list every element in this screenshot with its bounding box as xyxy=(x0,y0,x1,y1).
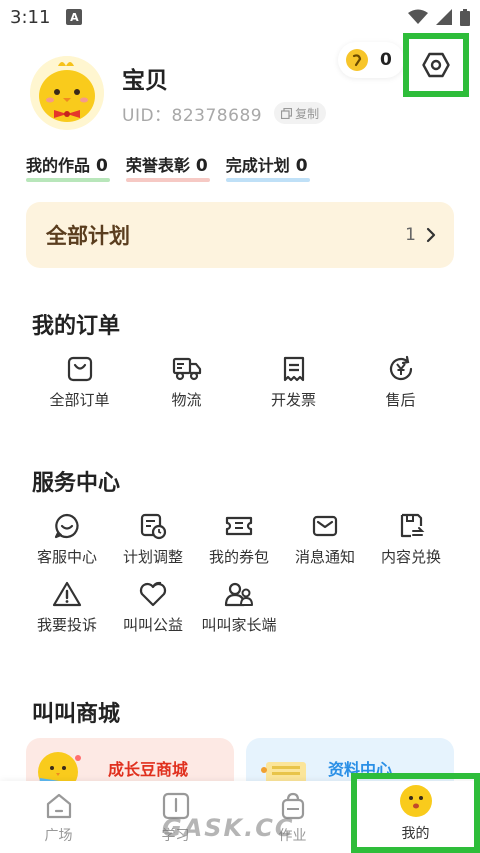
coin-count: 0 xyxy=(380,50,392,70)
service-plan-adjust[interactable]: 计划调整 xyxy=(110,512,196,567)
service-customer[interactable]: 客服中心 xyxy=(24,512,110,567)
settings-hex-icon xyxy=(422,52,450,78)
ticket-icon xyxy=(225,516,253,536)
profile-header: 宝贝 UID：82378689 复制 xyxy=(30,56,327,130)
services-row-1: 客服中心 计划调整 我的券包 消息通知 内容兑换 xyxy=(24,512,454,567)
orders-row: 全部订单 物流 开发票 售后 xyxy=(26,355,454,410)
stat-completed-plans[interactable]: 完成计划 0 xyxy=(225,152,310,182)
service-label: 计划调整 xyxy=(122,548,183,566)
stat-label: 荣誉表彰 xyxy=(125,156,190,175)
service-label: 叫叫公益 xyxy=(122,616,183,634)
tab-label: 我的 xyxy=(401,826,430,842)
bag-icon xyxy=(67,356,92,382)
stat-count: 0 xyxy=(295,156,308,176)
house-icon xyxy=(46,793,71,819)
stat-honors[interactable]: 荣誉表彰 0 xyxy=(125,152,210,182)
order-invoice[interactable]: 开发票 xyxy=(240,355,347,410)
stat-underline xyxy=(225,178,310,182)
watermark: GASK.CC xyxy=(162,814,295,842)
heart-icon xyxy=(139,581,167,607)
avatar[interactable] xyxy=(30,56,104,130)
signal-icon xyxy=(436,9,452,25)
service-label: 内容兑换 xyxy=(380,548,441,566)
coin-balance[interactable]: 0 xyxy=(338,42,404,78)
chevron-right-icon xyxy=(426,227,436,243)
tab-square[interactable]: 广场 xyxy=(0,781,117,853)
chick-avatar-icon xyxy=(30,56,104,130)
mall-card-label: 成长豆商城 xyxy=(108,760,189,779)
services-section-title: 服务中心 xyxy=(32,471,121,496)
stat-label: 我的作品 xyxy=(26,156,91,175)
service-label: 我的券包 xyxy=(208,548,269,566)
service-label: 客服中心 xyxy=(36,548,97,566)
profile-name: 宝贝 xyxy=(122,67,168,94)
stat-count: 0 xyxy=(195,156,208,176)
stat-underline xyxy=(125,178,210,182)
coin-icon xyxy=(346,49,368,71)
all-plans-card[interactable]: 全部计划 1 xyxy=(26,202,454,268)
service-messages[interactable]: 消息通知 xyxy=(282,512,368,567)
order-label: 售后 xyxy=(385,391,416,409)
plan-title: 全部计划 xyxy=(46,224,130,248)
stat-count: 0 xyxy=(96,156,108,176)
settings-button[interactable] xyxy=(403,33,469,97)
receipt-icon xyxy=(283,356,304,382)
chat-icon xyxy=(54,513,79,539)
order-label: 全部订单 xyxy=(49,391,110,409)
orders-section-title: 我的订单 xyxy=(32,314,121,339)
tab-label: 广场 xyxy=(44,828,73,844)
stat-underline xyxy=(26,178,110,182)
tab-mine[interactable]: 我的 xyxy=(351,773,480,853)
wifi-icon xyxy=(408,9,428,24)
order-all[interactable]: 全部订单 xyxy=(26,355,133,410)
stat-works[interactable]: 我的作品 0 xyxy=(26,152,110,182)
service-parents[interactable]: 叫叫家长端 xyxy=(196,580,282,635)
mail-icon xyxy=(312,515,338,537)
notification-icon: A xyxy=(66,9,83,25)
battery-icon xyxy=(460,8,470,26)
status-time: 3:11 xyxy=(10,6,51,28)
order-label: 开发票 xyxy=(270,391,316,409)
yen-refresh-icon xyxy=(389,355,412,381)
order-label: 物流 xyxy=(171,391,202,409)
order-aftersale[interactable]: 售后 xyxy=(347,355,454,410)
truck-icon xyxy=(172,357,201,381)
services-row-2: 我要投诉 叫叫公益 叫叫家长端 xyxy=(24,580,282,635)
copy-label: 复制 xyxy=(295,106,320,121)
profile-uid: UID：82378689 xyxy=(122,105,263,126)
exchange-icon xyxy=(400,513,425,538)
stat-label: 完成计划 xyxy=(225,156,290,175)
parents-icon xyxy=(224,582,253,607)
status-bar: 3:11 A xyxy=(0,0,480,34)
stats-row: 我的作品 0 荣誉表彰 0 完成计划 0 xyxy=(26,152,310,182)
service-label: 消息通知 xyxy=(294,548,355,566)
service-label: 叫叫家长端 xyxy=(201,616,277,634)
calendar-clock-icon xyxy=(140,513,167,540)
service-complaint[interactable]: 我要投诉 xyxy=(24,580,110,635)
service-label: 我要投诉 xyxy=(36,616,97,634)
copy-uid-button[interactable]: 复制 xyxy=(274,102,327,124)
service-charity[interactable]: 叫叫公益 xyxy=(110,580,196,635)
plan-count: 1 xyxy=(405,225,416,245)
warning-icon xyxy=(52,581,82,607)
order-logistics[interactable]: 物流 xyxy=(133,355,240,410)
face-icon xyxy=(399,785,432,817)
service-redeem[interactable]: 内容兑换 xyxy=(368,512,454,567)
status-right xyxy=(408,8,470,26)
mall-section-title: 叫叫商城 xyxy=(32,702,121,727)
copy-icon xyxy=(281,107,293,119)
service-coupons[interactable]: 我的券包 xyxy=(196,512,282,567)
